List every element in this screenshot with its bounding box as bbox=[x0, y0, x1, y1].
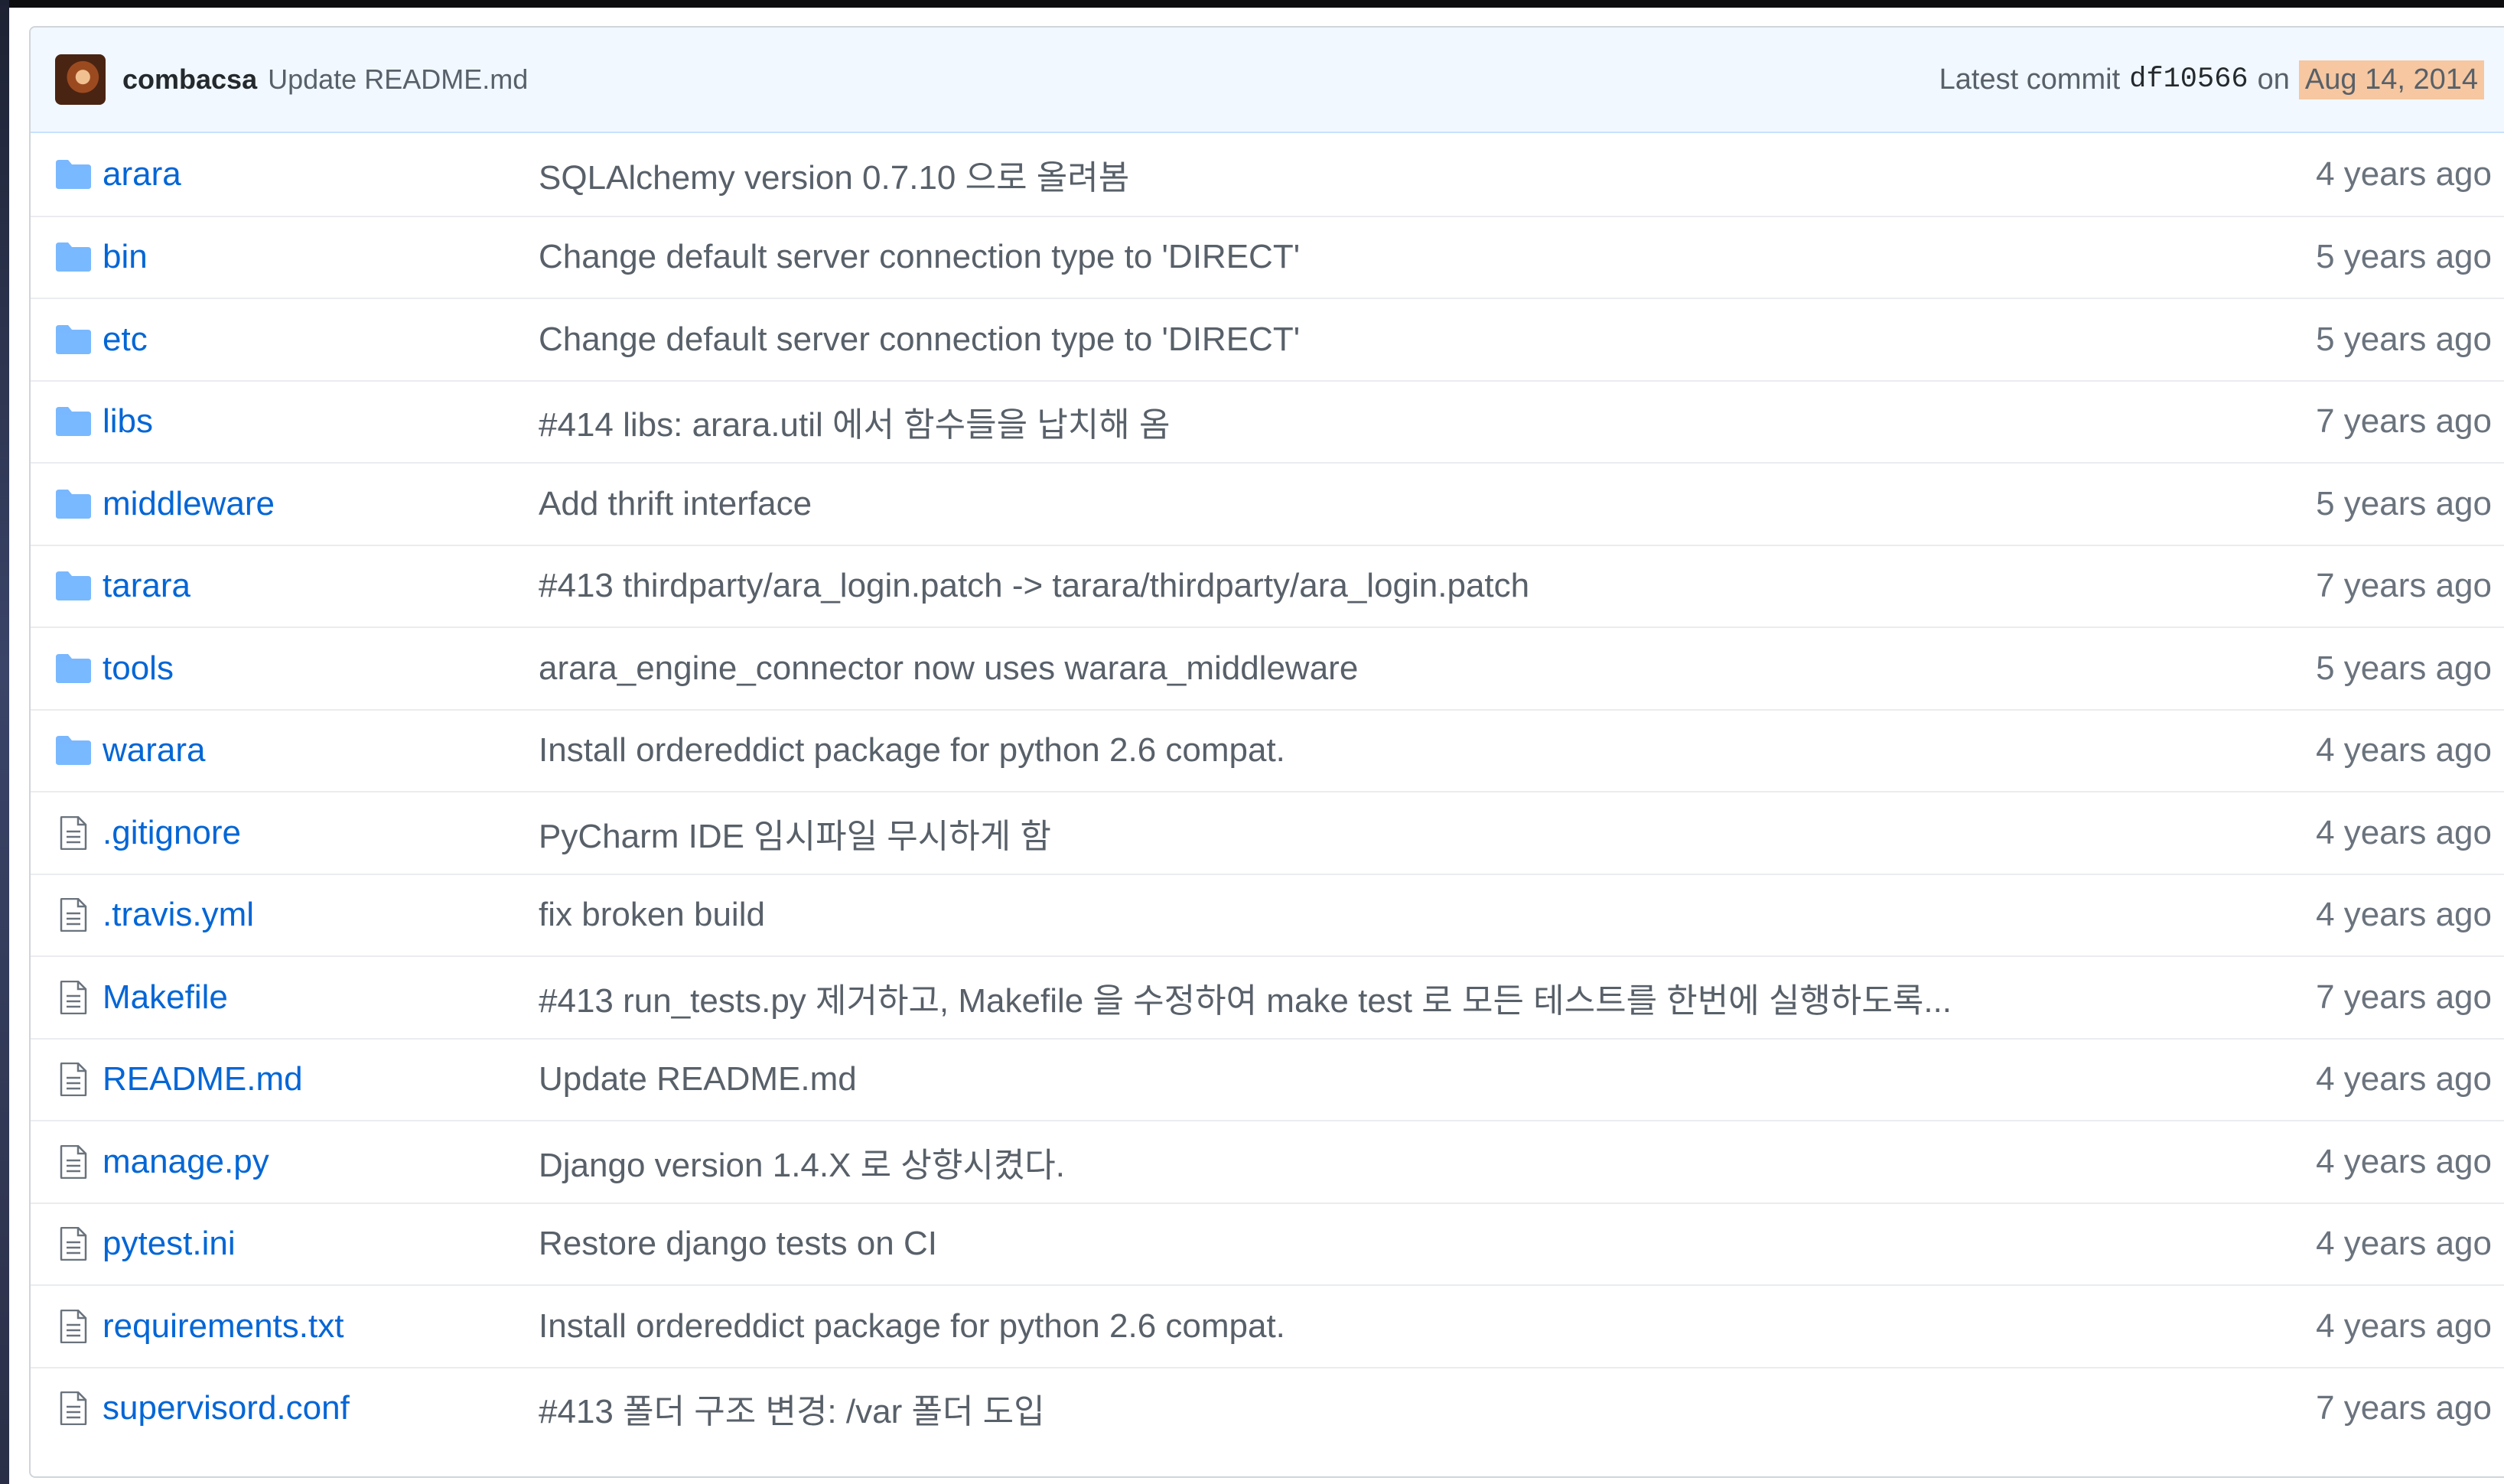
folder-icon bbox=[54, 566, 93, 606]
file-row: Makefile #413 run_tests.py 제거하고, Makefile… bbox=[31, 955, 2504, 1038]
file-row: tarara #413 thirdparty/ara_login.patch ->… bbox=[31, 544, 2504, 627]
commit-message-link[interactable]: Restore django tests on CI bbox=[539, 1225, 2038, 1263]
file-name-link[interactable]: supervisord.conf bbox=[103, 1389, 539, 1427]
commit-age[interactable]: 7 years ago bbox=[2316, 1389, 2492, 1427]
commit-on-label: on bbox=[2257, 63, 2290, 96]
commit-date[interactable]: Aug 14, 2014 bbox=[2298, 60, 2484, 99]
file-name-link[interactable]: pytest.ini bbox=[103, 1225, 539, 1263]
commit-message-link[interactable]: Django version 1.4.X 로 상향시켰다. bbox=[539, 1137, 2038, 1186]
file-name-link[interactable]: manage.py bbox=[103, 1143, 539, 1181]
commit-message-link[interactable]: #413 run_tests.py 제거하고, Makefile 을 수정하여 … bbox=[539, 973, 2038, 1022]
commit-age[interactable]: 4 years ago bbox=[2316, 1225, 2492, 1263]
file-row: libs #414 libs: arara.util 에서 함수들을 납치해 옴 7… bbox=[31, 379, 2504, 463]
file-icon bbox=[54, 1224, 93, 1264]
commit-message-link[interactable]: Add thrift interface bbox=[539, 485, 2038, 523]
file-name-link[interactable]: bin bbox=[103, 238, 539, 276]
commit-sha[interactable]: df10566 bbox=[2129, 63, 2248, 96]
commit-message-link[interactable]: fix broken build bbox=[539, 896, 2038, 934]
file-icon bbox=[54, 1142, 93, 1182]
commit-age[interactable]: 4 years ago bbox=[2316, 896, 2492, 934]
screen-bezel-top bbox=[0, 0, 2504, 8]
file-row: etc Change default server connection type… bbox=[31, 298, 2504, 380]
file-icon bbox=[54, 1307, 93, 1346]
file-row: bin Change default server connection type… bbox=[31, 215, 2504, 298]
commit-age[interactable]: 5 years ago bbox=[2316, 485, 2492, 523]
file-row: middleware Add thrift interface 5 years ag… bbox=[31, 462, 2504, 545]
file-name-link[interactable]: arara bbox=[103, 155, 539, 194]
screen-bezel-left bbox=[0, 0, 9, 1484]
file-row: arara SQLAlchemy version 0.7.10 으로 올려봄 4 y… bbox=[31, 133, 2504, 216]
commit-message-link[interactable]: #413 thirdparty/ara_login.patch -> tarar… bbox=[539, 567, 2038, 605]
commit-message-link[interactable]: Install ordereddict package for python 2… bbox=[539, 731, 2038, 770]
commit-message-link[interactable]: #413 폴더 구조 변경: /var 폴더 도입 bbox=[539, 1384, 2038, 1433]
commit-message-link[interactable]: Install ordereddict package for python 2… bbox=[539, 1307, 2038, 1346]
file-row: tools arara_engine_connector now uses war… bbox=[31, 626, 2504, 709]
commit-age[interactable]: 4 years ago bbox=[2316, 1307, 2492, 1346]
folder-icon bbox=[54, 484, 93, 524]
file-row: warara Install ordereddict package for py… bbox=[31, 708, 2504, 792]
file-row: pytest.ini Restore django tests on CI 4 ye… bbox=[31, 1202, 2504, 1285]
file-row: requirements.txt Install ordereddict pack… bbox=[31, 1284, 2504, 1367]
commit-message-link[interactable]: Change default server connection type to… bbox=[539, 321, 2038, 359]
file-name-link[interactable]: etc bbox=[103, 321, 539, 359]
author-avatar[interactable] bbox=[55, 54, 106, 105]
file-row: manage.py Django version 1.4.X 로 상향시켰다. 4 … bbox=[31, 1120, 2504, 1202]
file-name-link[interactable]: .gitignore bbox=[103, 814, 539, 852]
file-browser: combacsa Update README.md Latest commit … bbox=[29, 26, 2504, 1478]
commit-age[interactable]: 5 years ago bbox=[2316, 649, 2492, 688]
file-icon bbox=[54, 895, 93, 935]
file-name-link[interactable]: warara bbox=[103, 731, 539, 770]
file-row: .travis.yml fix broken build 4 years ago bbox=[31, 873, 2504, 956]
file-row: .gitignore PyCharm IDE 임시파일 무시하게 함 4 years… bbox=[31, 791, 2504, 874]
commit-message-link[interactable]: Update README.md bbox=[539, 1060, 2038, 1098]
folder-icon bbox=[54, 731, 93, 770]
file-name-link[interactable]: libs bbox=[103, 402, 539, 441]
file-icon bbox=[54, 1059, 93, 1099]
commit-message-link[interactable]: PyCharm IDE 임시파일 무시하게 함 bbox=[539, 809, 2038, 858]
commit-author[interactable]: combacsa bbox=[122, 63, 257, 96]
folder-icon bbox=[54, 649, 93, 688]
file-icon bbox=[54, 813, 93, 853]
commit-age[interactable]: 7 years ago bbox=[2316, 402, 2492, 441]
folder-icon bbox=[54, 155, 93, 194]
file-name-link[interactable]: tools bbox=[103, 649, 539, 688]
file-name-link[interactable]: middleware bbox=[103, 485, 539, 523]
file-name-link[interactable]: .travis.yml bbox=[103, 896, 539, 934]
file-name-link[interactable]: README.md bbox=[103, 1060, 539, 1098]
file-list: arara SQLAlchemy version 0.7.10 으로 올려봄 4 y… bbox=[31, 133, 2504, 1449]
folder-icon bbox=[54, 402, 93, 441]
file-row: README.md Update README.md 4 years ago bbox=[31, 1037, 2504, 1121]
commit-message-link[interactable]: SQLAlchemy version 0.7.10 으로 올려봄 bbox=[539, 150, 2038, 199]
folder-icon bbox=[54, 320, 93, 360]
commit-age[interactable]: 7 years ago bbox=[2316, 567, 2492, 605]
commit-age[interactable]: 4 years ago bbox=[2316, 731, 2492, 770]
file-name-link[interactable]: requirements.txt bbox=[103, 1307, 539, 1346]
commit-age[interactable]: 4 years ago bbox=[2316, 155, 2492, 194]
commit-message-link[interactable]: #414 libs: arara.util 에서 함수들을 납치해 옴 bbox=[539, 397, 2038, 446]
commit-age[interactable]: 4 years ago bbox=[2316, 1143, 2492, 1181]
commit-message[interactable]: Update README.md bbox=[268, 63, 528, 96]
latest-commit-bar: combacsa Update README.md Latest commit … bbox=[31, 28, 2504, 133]
commit-age[interactable]: 4 years ago bbox=[2316, 814, 2492, 852]
file-name-link[interactable]: Makefile bbox=[103, 978, 539, 1017]
commit-meta: Latest commit df10566 on Aug 14, 2014 bbox=[1939, 60, 2484, 99]
commit-age[interactable]: 5 years ago bbox=[2316, 238, 2492, 276]
file-row: supervisord.conf #413 폴더 구조 변경: /var 폴더 도… bbox=[31, 1366, 2504, 1450]
commit-age[interactable]: 7 years ago bbox=[2316, 978, 2492, 1017]
folder-icon bbox=[54, 237, 93, 277]
file-icon bbox=[54, 978, 93, 1017]
file-name-link[interactable]: tarara bbox=[103, 567, 539, 605]
commit-age[interactable]: 5 years ago bbox=[2316, 321, 2492, 359]
file-icon bbox=[54, 1388, 93, 1428]
commit-age[interactable]: 4 years ago bbox=[2316, 1060, 2492, 1098]
commit-message-link[interactable]: Change default server connection type to… bbox=[539, 238, 2038, 276]
commit-message-link[interactable]: arara_engine_connector now uses warara_m… bbox=[539, 649, 2038, 688]
latest-commit-label: Latest commit bbox=[1939, 63, 2121, 96]
